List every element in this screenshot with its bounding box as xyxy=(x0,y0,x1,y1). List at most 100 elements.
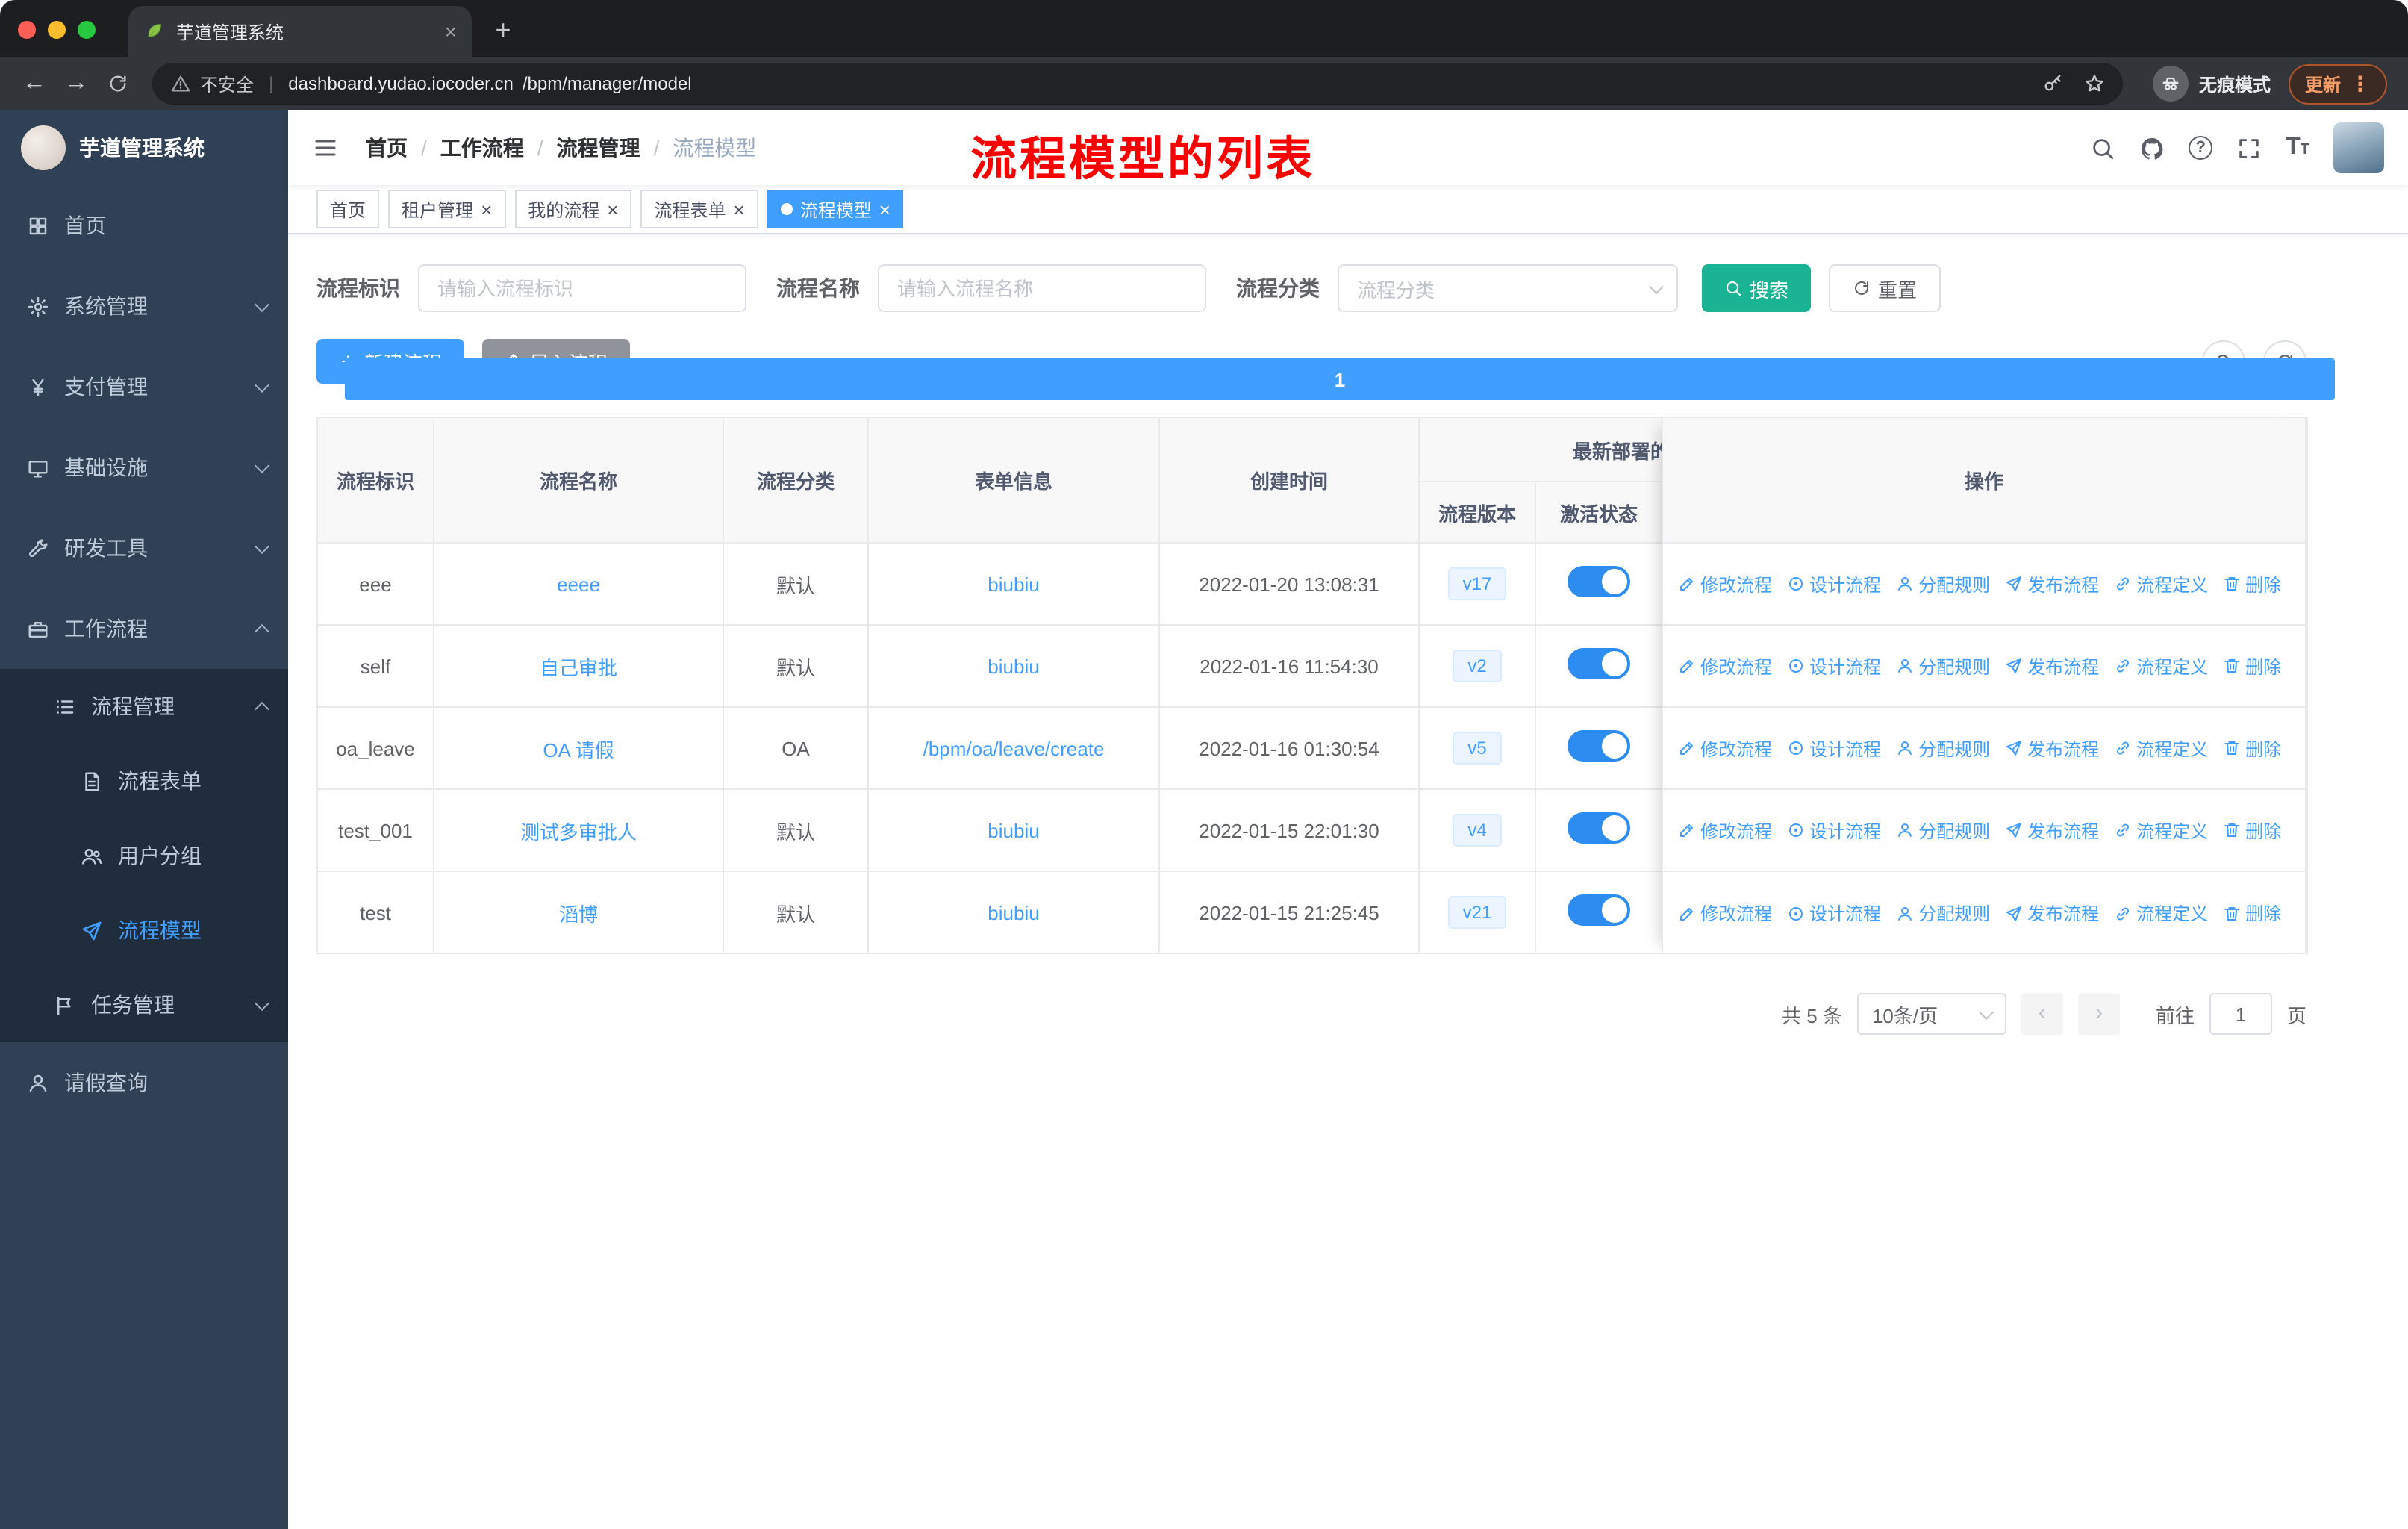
version-tag[interactable]: v2 xyxy=(1453,649,1502,683)
version-tag[interactable]: v17 xyxy=(1447,567,1507,601)
update-button[interactable]: 更新 ⋮ xyxy=(2288,63,2387,104)
form-link[interactable]: biubiu xyxy=(988,901,1039,924)
modify-action[interactable]: 修改流程 xyxy=(1678,571,1772,597)
sidebar-item-workflow[interactable]: 工作流程 xyxy=(0,588,288,669)
version-tag[interactable]: v21 xyxy=(1447,895,1507,929)
publish-action[interactable]: 发布流程 xyxy=(2005,571,2099,597)
active-toggle[interactable] xyxy=(1568,730,1630,762)
model-name-link[interactable]: 自己审批 xyxy=(540,656,617,679)
definition-action[interactable]: 流程定义 xyxy=(2114,653,2208,679)
close-icon[interactable]: × xyxy=(734,199,745,219)
form-link[interactable]: biubiu xyxy=(988,655,1039,677)
sidebar-item-process-model[interactable]: 流程模型 xyxy=(0,893,288,968)
password-manager-button[interactable] xyxy=(2042,73,2063,94)
model-name-link[interactable]: eeee xyxy=(557,573,600,595)
breadcrumb-item[interactable]: 工作流程 xyxy=(440,133,524,163)
next-page-button[interactable]: › xyxy=(2077,993,2120,1035)
font-size-button[interactable]: TT xyxy=(2286,135,2309,160)
modify-action[interactable]: 修改流程 xyxy=(1678,818,1772,843)
publish-action[interactable]: 发布流程 xyxy=(2005,900,2099,926)
model-name-link[interactable]: 测试多审批人 xyxy=(520,820,637,843)
design-action[interactable]: 设计流程 xyxy=(1787,900,1881,926)
tag-my-process[interactable]: 我的流程 × xyxy=(514,190,632,228)
design-action[interactable]: 设计流程 xyxy=(1787,571,1881,597)
breadcrumb-item[interactable]: 首页 xyxy=(366,133,408,163)
delete-action[interactable]: 删除 xyxy=(2223,818,2281,843)
sidebar-item-infrastructure[interactable]: 基础设施 xyxy=(0,427,288,508)
reset-button[interactable]: 重置 xyxy=(1829,264,1941,312)
close-icon[interactable]: × xyxy=(481,199,492,219)
assign-rule-action[interactable]: 分配规则 xyxy=(1896,818,1990,843)
modify-action[interactable]: 修改流程 xyxy=(1678,735,1772,761)
github-button[interactable] xyxy=(2139,135,2165,161)
definition-action[interactable]: 流程定义 xyxy=(2114,571,2208,597)
page-number-button[interactable]: 1 xyxy=(345,358,2335,400)
tag-process-model[interactable]: 流程模型 × xyxy=(767,190,904,228)
design-action[interactable]: 设计流程 xyxy=(1787,653,1881,679)
close-icon[interactable]: × xyxy=(607,199,618,219)
page-size-select[interactable]: 10条/页 xyxy=(1856,993,2006,1035)
filter-key-input[interactable] xyxy=(418,264,746,312)
definition-action[interactable]: 流程定义 xyxy=(2114,900,2208,926)
close-window-button[interactable] xyxy=(18,21,36,39)
definition-action[interactable]: 流程定义 xyxy=(2114,735,2208,761)
tag-process-form[interactable]: 流程表单 × xyxy=(640,190,758,228)
definition-action[interactable]: 流程定义 xyxy=(2114,818,2208,843)
sidebar-item-process-form[interactable]: 流程表单 xyxy=(0,744,288,818)
fullscreen-button[interactable] xyxy=(2236,135,2262,161)
new-tab-button[interactable]: + xyxy=(484,10,523,49)
version-tag[interactable]: v4 xyxy=(1453,813,1502,847)
header-search-button[interactable] xyxy=(2090,135,2115,161)
browser-menu-icon[interactable]: ⋮ xyxy=(2350,71,2371,96)
forward-button[interactable]: → xyxy=(57,64,96,103)
model-name-link[interactable]: 滔博 xyxy=(559,903,598,925)
sidebar-item-process-management[interactable]: 流程管理 xyxy=(0,669,288,744)
assign-rule-action[interactable]: 分配规则 xyxy=(1896,571,1990,597)
delete-action[interactable]: 删除 xyxy=(2223,653,2281,679)
delete-action[interactable]: 删除 xyxy=(2223,571,2281,597)
active-toggle[interactable] xyxy=(1568,894,1630,926)
delete-action[interactable]: 删除 xyxy=(2223,735,2281,761)
filter-category-select[interactable]: 流程分类 xyxy=(1338,264,1678,312)
filter-name-input[interactable] xyxy=(878,264,1206,312)
modify-action[interactable]: 修改流程 xyxy=(1678,900,1772,926)
bookmark-button[interactable] xyxy=(2084,73,2105,94)
design-action[interactable]: 设计流程 xyxy=(1787,735,1881,761)
active-toggle[interactable] xyxy=(1568,812,1630,844)
help-button[interactable]: ? xyxy=(2189,136,2213,160)
modify-action[interactable]: 修改流程 xyxy=(1678,653,1772,679)
tab-close-icon[interactable]: × xyxy=(445,19,457,43)
form-link[interactable]: /bpm/oa/leave/create xyxy=(923,737,1105,759)
assign-rule-action[interactable]: 分配规则 xyxy=(1896,735,1990,761)
assign-rule-action[interactable]: 分配规则 xyxy=(1896,900,1990,926)
version-tag[interactable]: v5 xyxy=(1453,731,1502,765)
breadcrumb-item[interactable]: 流程管理 xyxy=(557,133,640,163)
form-link[interactable]: biubiu xyxy=(988,819,1039,841)
publish-action[interactable]: 发布流程 xyxy=(2005,735,2099,761)
publish-action[interactable]: 发布流程 xyxy=(2005,818,2099,843)
active-toggle[interactable] xyxy=(1568,566,1630,597)
goto-page-input[interactable] xyxy=(2209,993,2272,1035)
browser-tab[interactable]: 芋道管理系统 × xyxy=(128,6,472,57)
back-button[interactable]: ← xyxy=(15,64,54,103)
tag-home[interactable]: 首页 xyxy=(316,190,380,228)
design-action[interactable]: 设计流程 xyxy=(1787,818,1881,843)
sidebar-item-home[interactable]: 首页 xyxy=(0,185,288,266)
sidebar-item-dev-tools[interactable]: 研发工具 xyxy=(0,508,288,588)
reload-button[interactable] xyxy=(99,64,137,103)
prev-page-button[interactable]: ‹ xyxy=(2021,993,2063,1035)
address-bar[interactable]: 不安全 | dashboard.yudao.iocoder.cn/bpm/man… xyxy=(152,63,2123,105)
model-name-link[interactable]: OA 请假 xyxy=(543,738,614,761)
minimize-window-button[interactable] xyxy=(48,21,66,39)
publish-action[interactable]: 发布流程 xyxy=(2005,653,2099,679)
assign-rule-action[interactable]: 分配规则 xyxy=(1896,653,1990,679)
search-button[interactable]: 搜索 xyxy=(1702,264,1812,312)
active-toggle[interactable] xyxy=(1568,648,1630,679)
sidebar-item-user-group[interactable]: 用户分组 xyxy=(0,818,288,893)
sidebar-item-task-management[interactable]: 任务管理 xyxy=(0,968,288,1042)
user-avatar[interactable] xyxy=(2333,122,2384,173)
close-icon[interactable]: × xyxy=(879,199,890,219)
sidebar-item-system[interactable]: 系统管理 xyxy=(0,266,288,346)
delete-action[interactable]: 删除 xyxy=(2223,900,2281,926)
tag-tenant[interactable]: 租户管理 × xyxy=(388,190,506,228)
